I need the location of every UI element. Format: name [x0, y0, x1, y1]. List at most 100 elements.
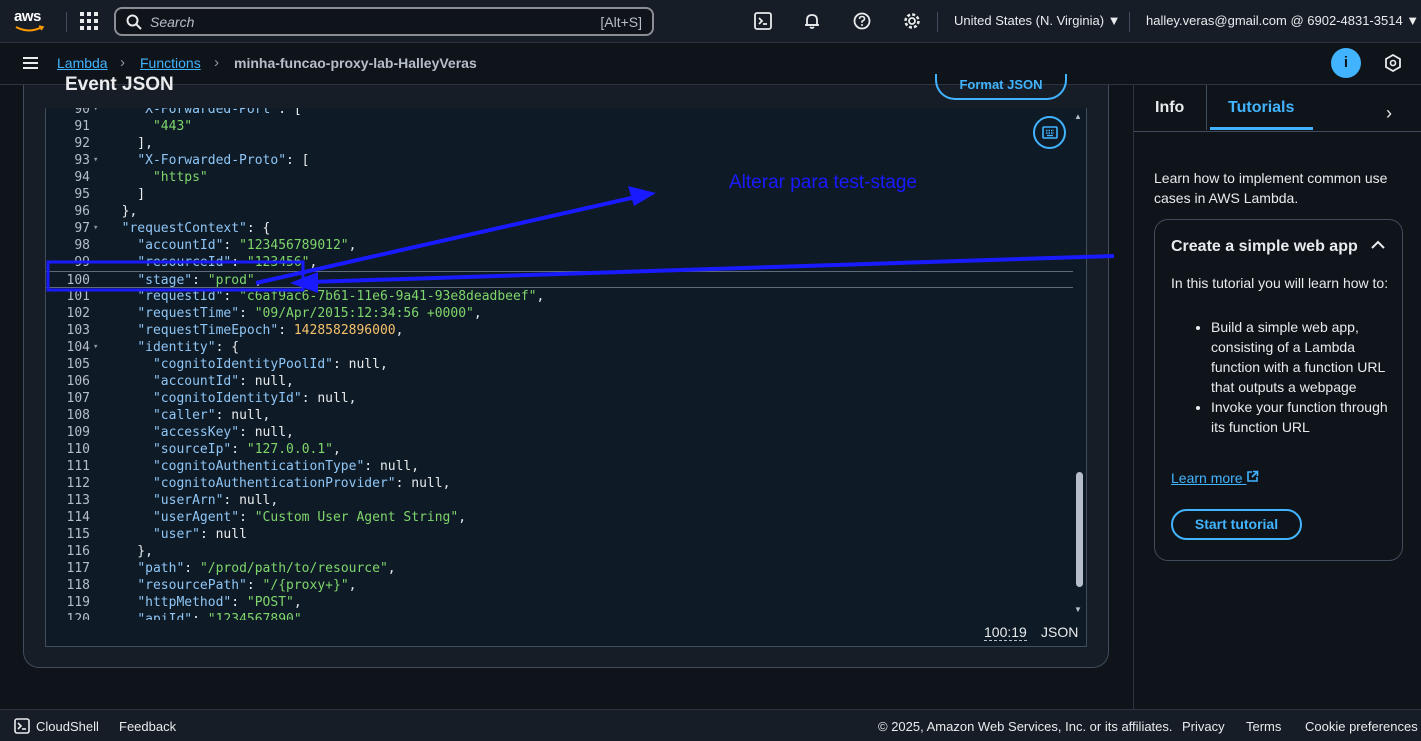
line-number: 110 [66, 442, 90, 457]
cloudshell-footer-icon[interactable] [14, 718, 30, 737]
code-line[interactable]: 107 "cognitoIdentityId": null, [46, 390, 1073, 407]
tab-tutorials[interactable]: Tutorials [1228, 99, 1294, 117]
code-line[interactable]: 109 "accessKey": null, [46, 424, 1073, 441]
code-line[interactable]: 99 "resourceId": "123456", [46, 254, 1073, 271]
scroll-down-icon[interactable]: ▼ [1074, 605, 1082, 614]
scroll-up-icon[interactable]: ▲ [1074, 112, 1082, 121]
code-text: "requestId": "c6af9ac6-7b61-11e6-9a41-93… [137, 289, 545, 304]
line-number: 104 [66, 340, 90, 355]
editor-mode: JSON [1041, 624, 1079, 640]
code-line[interactable]: 106 "accountId": null, [46, 373, 1073, 390]
services-grid-icon[interactable] [80, 12, 98, 30]
fold-toggle-icon[interactable]: ▾ [93, 108, 98, 118]
code-line[interactable]: 113 "userArn": null, [46, 492, 1073, 509]
code-line[interactable]: 115 "user": null [46, 526, 1073, 543]
divider [1129, 12, 1130, 32]
cookie-preferences-link[interactable]: Cookie preferences [1305, 719, 1418, 734]
breadcrumb-lambda[interactable]: Lambda [57, 55, 108, 71]
code-line[interactable]: 104 ▾ "identity": { [46, 339, 1073, 356]
code-line[interactable]: 97 ▾ "requestContext": { [46, 220, 1073, 237]
notifications-hexagon-icon[interactable] [1384, 53, 1402, 73]
code-line[interactable]: 96 }, [46, 203, 1073, 220]
fold-toggle-icon[interactable]: ▾ [93, 152, 98, 169]
code-text: "X-Forwarded-Proto": [ [137, 153, 310, 168]
fold-toggle-icon[interactable]: ▾ [93, 339, 98, 356]
code-line[interactable]: 93 ▾ "X-Forwarded-Proto": [ [46, 152, 1073, 169]
search-shortcut: [Alt+S] [600, 13, 642, 30]
code-line[interactable]: 94 "https" [46, 169, 1073, 186]
line-number: 113 [66, 493, 90, 508]
code-text: "requestTime": "09/Apr/2015:12:34:56 +00… [137, 306, 482, 321]
line-number: 98 [74, 238, 90, 253]
code-line[interactable]: 112 "cognitoAuthenticationProvider": nul… [46, 475, 1073, 492]
editor-scrollbar[interactable]: ▲ ▼ [1073, 112, 1085, 618]
chevron-up-icon[interactable] [1371, 237, 1385, 254]
search-placeholder: Search [150, 13, 195, 30]
code-line[interactable]: 90 ▾ "X-Forwarded-Port": [ [46, 108, 1073, 118]
code-text: }, [106, 204, 138, 219]
line-number: 97 [74, 221, 90, 236]
code-text: ] [106, 187, 146, 202]
keyboard-icon[interactable] [1033, 116, 1066, 149]
settings-gear-icon[interactable] [902, 12, 922, 32]
cloudshell-icon[interactable] [753, 12, 773, 32]
code-line[interactable]: 101 "requestId": "c6af9ac6-7b61-11e6-9a4… [46, 288, 1073, 305]
breadcrumb-functions[interactable]: Functions [140, 55, 201, 71]
cloudshell-link[interactable]: CloudShell [36, 719, 99, 734]
cursor-position[interactable]: 100:19 [984, 625, 1027, 641]
code-line[interactable]: 103 "requestTimeEpoch": 1428582896000, [46, 322, 1073, 339]
code-line[interactable]: 108 "caller": null, [46, 407, 1073, 424]
code-line[interactable]: 102 "requestTime": "09/Apr/2015:12:34:56… [46, 305, 1073, 322]
terms-link[interactable]: Terms [1246, 719, 1281, 734]
line-number: 91 [74, 119, 90, 134]
code-line[interactable]: 120 "apiId": "1234567890", [46, 611, 1073, 620]
code-text: "user": null [152, 527, 247, 542]
help-icon[interactable] [852, 12, 872, 32]
line-number: 94 [74, 170, 90, 185]
menu-hamburger-icon[interactable] [23, 57, 38, 69]
chevron-right-icon: › [120, 54, 125, 71]
code-line[interactable]: 95 ] [46, 186, 1073, 203]
learn-more-link[interactable]: Learn more [1171, 470, 1259, 486]
fold-toggle-icon[interactable]: ▾ [93, 220, 98, 237]
code-line[interactable]: 119 "httpMethod": "POST", [46, 594, 1073, 611]
code-line[interactable]: 91 "443" [46, 118, 1073, 135]
account-menu[interactable]: halley.veras@gmail.com @ 6902-4831-3514 … [1146, 13, 1419, 28]
code-text: "sourceIp": "127.0.0.1", [152, 442, 341, 457]
aws-logo[interactable]: aws [14, 8, 50, 36]
code-line[interactable]: 100 "stage": "prod", [46, 271, 1073, 288]
privacy-link[interactable]: Privacy [1182, 719, 1225, 734]
tabs-bottom-border [1134, 131, 1421, 132]
code-editor[interactable]: 90 ▾ "X-Forwarded-Port": [91 "443" 92 ], 93… [45, 108, 1087, 620]
code-line[interactable]: 98 "accountId": "123456789012", [46, 237, 1073, 254]
line-number: 109 [66, 425, 90, 440]
editor-status-bar [45, 620, 1087, 647]
region-selector[interactable]: United States (N. Virginia) ▼ [954, 13, 1121, 28]
code-text: "caller": null, [152, 408, 271, 423]
info-panel-toggle-icon[interactable]: i [1331, 48, 1361, 78]
code-line[interactable]: 110 "sourceIp": "127.0.0.1", [46, 441, 1073, 458]
start-tutorial-button[interactable]: Start tutorial [1171, 509, 1302, 540]
code-text: "443" [152, 119, 193, 134]
line-number: 101 [66, 289, 90, 304]
code-text: "identity": { [137, 340, 240, 355]
code-line[interactable]: 114 "userAgent": "Custom User Agent Stri… [46, 509, 1073, 526]
code-line[interactable]: 116 }, [46, 543, 1073, 560]
format-json-button[interactable]: Format JSON [935, 74, 1067, 100]
feedback-link[interactable]: Feedback [119, 719, 176, 734]
line-number: 108 [66, 408, 90, 423]
code-line[interactable]: 118 "resourcePath": "/{proxy+}", [46, 577, 1073, 594]
active-tab-indicator [1210, 127, 1313, 130]
scrollbar-thumb[interactable] [1076, 472, 1083, 587]
list-item: Build a simple web app, consisting of a … [1211, 317, 1391, 397]
tab-info[interactable]: Info [1155, 99, 1184, 117]
code-line[interactable]: 111 "cognitoAuthenticationType": null, [46, 458, 1073, 475]
search-bar[interactable]: Search [Alt+S] [114, 7, 654, 36]
chevron-right-icon[interactable]: › [1386, 103, 1392, 124]
notifications-bell-icon[interactable] [802, 12, 822, 32]
external-link-icon [1247, 470, 1259, 482]
code-line[interactable]: 105 "cognitoIdentityPoolId": null, [46, 356, 1073, 373]
code-line[interactable]: 92 ], [46, 135, 1073, 152]
code-line[interactable]: 117 "path": "/prod/path/to/resource", [46, 560, 1073, 577]
copyright-text: © 2025, Amazon Web Services, Inc. or its… [878, 719, 1173, 734]
